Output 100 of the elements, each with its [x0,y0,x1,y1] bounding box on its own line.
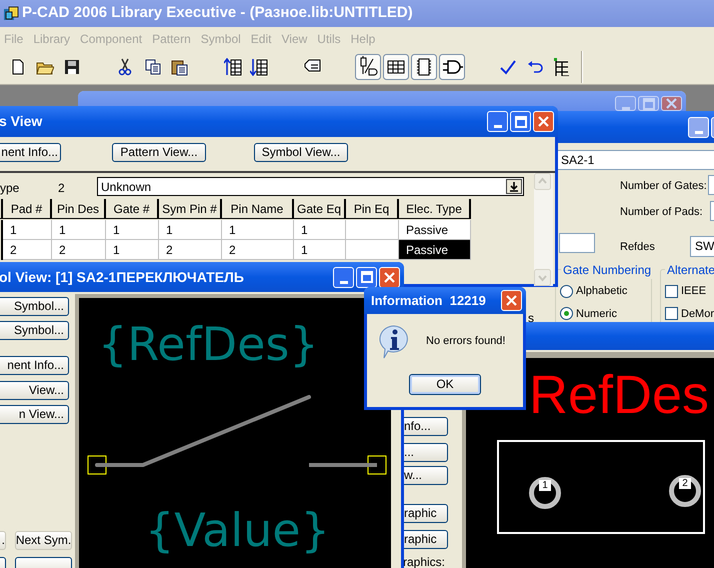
radio-button[interactable] [560,284,573,298]
column-header[interactable]: Elec. Type [399,199,471,219]
push-button[interactable]: Pattern View... [112,143,206,162]
push-button[interactable]: raphic [401,530,448,549]
column-header[interactable]: Gate Eq [294,199,346,219]
checkbox[interactable] [665,284,678,298]
column-header[interactable]: Gate # [106,199,159,219]
radio-button[interactable] [560,307,573,320]
table-cell[interactable] [346,220,399,240]
table-cell[interactable]: 1 [106,220,159,240]
hierarchy-icon[interactable] [553,58,571,76]
table-cell[interactable]: 1 [294,220,346,240]
push-button[interactable]: nent Info... [0,143,61,162]
option-label: Alphabetic [576,284,628,299]
input-field[interactable] [559,233,595,253]
dropdown-arrow-icon[interactable] [506,179,522,194]
refdes-text: RefDes [529,364,710,426]
table-cell[interactable]: 1 [52,220,106,240]
pad-number: 1 [539,480,551,491]
field-label: Refdes [620,240,655,255]
field-label: Number of Gates: [620,179,707,194]
check-icon[interactable] [499,58,517,76]
dropdown-value: Unknown [101,178,152,196]
push-button[interactable]: w... [401,466,448,485]
close-button[interactable] [533,111,554,132]
push-button[interactable]: Symbol... [0,321,69,340]
table-down-icon[interactable] [250,58,268,76]
pad-number: 2 [679,478,691,489]
column-header[interactable]: Pin Eq [346,199,399,219]
option-label: DeMor [681,306,714,322]
minimize-icon [340,280,348,284]
window-title: P-CAD 2006 Library Executive - (Разное.lib:UNTITLED) [22,3,413,24]
chip-icon[interactable] [411,54,437,80]
field-label: ype [0,180,20,197]
field-label: s [528,310,534,327]
table-cell[interactable] [346,240,399,260]
gate-icon[interactable] [439,54,465,80]
input-field[interactable]: SA2-1 [556,150,714,170]
close-icon [666,98,677,109]
value-text: {Value} [145,502,330,558]
column-header[interactable]: Pin Des [52,199,106,219]
dialog-message: No errors found! [426,334,506,349]
app-icon [3,6,19,22]
close-icon [384,272,395,282]
minimize-button[interactable] [688,116,709,138]
maximize-button[interactable] [510,111,531,132]
push-button[interactable]: Symbol View... [254,143,348,162]
undo-icon[interactable] [526,58,544,76]
option-label: IEEE [681,284,706,299]
field-value: 2 [58,180,65,197]
table-cell[interactable]: 2 [222,240,294,260]
maximize-icon [642,98,654,110]
close-button[interactable] [379,266,400,288]
close-icon [506,295,517,306]
push-button[interactable]: n View... [0,405,69,424]
table-cell[interactable]: 1 [106,240,159,260]
table-cell[interactable]: 1 [3,220,52,240]
maximize-icon [360,271,372,283]
minimize-icon [694,130,702,134]
minimize-button[interactable] [333,266,354,288]
table-cell[interactable]: 1 [222,220,294,240]
refdes-text: {RefDes} [98,316,319,372]
checkbox[interactable] [665,307,678,320]
maximize-button[interactable] [356,266,377,288]
push-button[interactable]: View... [0,381,69,400]
close-icon [538,116,549,127]
option-label: Numeric [576,306,617,322]
close-button[interactable] [501,290,522,311]
close-button[interactable] [661,96,682,111]
table-cell[interactable]: 1 [159,220,222,240]
push-button[interactable]: Symbol... [0,297,69,316]
table-cell[interactable]: 2 [52,240,106,260]
ok-button[interactable]: OK [409,374,481,395]
minimize-button[interactable] [487,111,508,132]
save-icon[interactable] [63,58,81,76]
push-button[interactable]: nfo... [401,417,448,436]
cut-icon[interactable] [116,58,134,76]
push-button[interactable]: nent Info... [0,356,69,375]
push-button[interactable]: ... [401,443,448,462]
table-cell[interactable]: Passive [399,220,471,240]
copy-icon[interactable] [144,58,162,76]
table-cell[interactable]: 2 [3,240,52,260]
table-up-icon[interactable] [224,58,242,76]
dropdown[interactable]: Unknown [97,177,524,196]
maximize-icon [514,116,526,128]
gate-pin-icon[interactable] [355,54,381,80]
input-field[interactable]: SW [690,236,714,257]
field-label: Number of Pads: [620,205,703,220]
table-icon[interactable] [383,54,409,80]
column-header[interactable]: Pad # [3,199,52,219]
table-cell[interactable]: 2 [159,240,222,260]
table-cell[interactable]: Passive [399,240,471,260]
column-header[interactable]: Sym Pin # [159,199,222,219]
paste-icon[interactable] [170,58,188,76]
push-button[interactable]: raphic [401,504,448,523]
table-cell[interactable]: 1 [294,240,346,260]
dialog-title: Information 12219 [371,292,486,310]
minimize-icon [622,107,630,110]
info-icon [378,325,410,359]
column-header[interactable]: Pin Name [222,199,294,219]
